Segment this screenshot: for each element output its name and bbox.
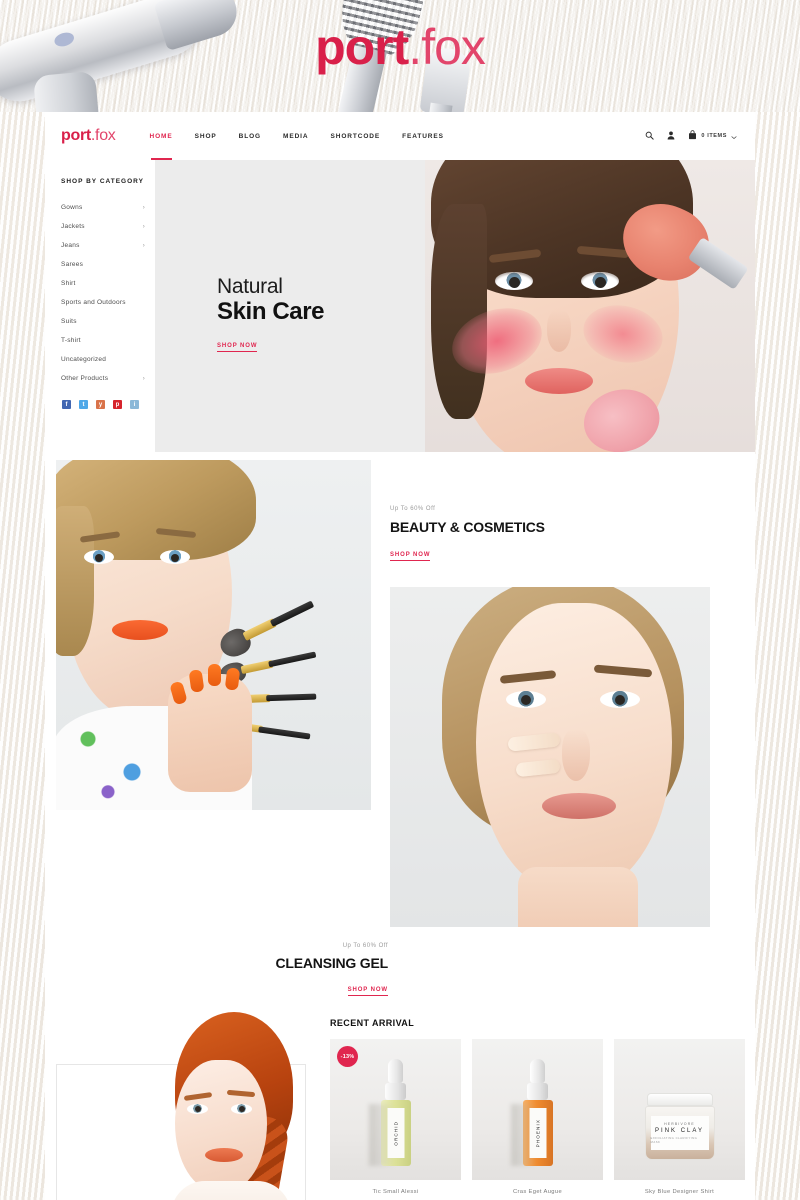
jar-desc-text: EXFOLIATING CLARIFYING MASK — [650, 1136, 698, 1144]
hero-shop-now-button[interactable]: SHOP NOW — [217, 343, 258, 352]
cleansing-title: CLEANSING GEL — [275, 955, 388, 971]
beauty-title: BEAUTY & COSMETICS — [390, 519, 545, 535]
foundation-model-image[interactable] — [390, 587, 710, 927]
discount-badge: -13% — [337, 1046, 358, 1067]
sidebar-item-t-shirt[interactable]: T-shirt — [61, 331, 155, 350]
header-logo-light: .fox — [90, 127, 116, 144]
cleansing-gel-copy: Up To 60% Off CLEANSING GEL SHOP NOW — [45, 943, 410, 996]
content-sheet: port.fox HOME SHOP BLOG MEDIA SHORTCODE … — [45, 112, 755, 1200]
sidebar-item-label: Shirt — [61, 280, 76, 287]
beauty-cosmetics-copy: Up To 60% Off BEAUTY & COSMETICS SHOP NO… — [390, 464, 755, 561]
sidebar-item-label: T-shirt — [61, 337, 81, 344]
sidebar-title: SHOP BY CATEGORY — [61, 178, 144, 185]
cleansing-eyebrow: Up To 60% Off — [342, 943, 388, 949]
hero-row: SHOP BY CATEGORY Gowns › Jackets › Jeans… — [45, 160, 755, 452]
product-name-3: Sky Blue Designer Shirt — [644, 1189, 715, 1195]
twitter-icon[interactable]: t — [79, 400, 88, 409]
chevron-right-icon: › — [142, 204, 145, 211]
header-logo[interactable]: port.fox — [61, 128, 116, 144]
left-background-strip — [0, 112, 45, 1200]
nav-item-features[interactable]: FEATURES — [402, 127, 444, 146]
product-image-1[interactable]: -13% ORCHID — [330, 1039, 461, 1180]
product-image-3[interactable]: HERBIVORE PINK CLAY EXFOLIATING CLARIFYI… — [614, 1039, 745, 1180]
chevron-right-icon: › — [142, 375, 145, 382]
pinterest-icon[interactable]: p — [113, 400, 122, 409]
page-wrapper: port.fox HOME SHOP BLOG MEDIA SHORTCODE … — [0, 112, 800, 1200]
sidebar-item-label: Jackets — [61, 223, 85, 230]
jar-name-text: PINK CLAY — [655, 1128, 704, 1134]
hero-slider[interactable]: Natural Skin Care SHOP NOW — [155, 160, 755, 452]
brushes-model-image[interactable] — [56, 460, 371, 810]
product-name-2: Cras Eget Augue — [512, 1189, 563, 1195]
nav-item-shop[interactable]: SHOP — [195, 127, 217, 146]
social-links: f t y p i — [61, 388, 155, 409]
nav-item-media[interactable]: MEDIA — [283, 127, 308, 146]
promo-section: Up To 60% Off BEAUTY & COSMETICS SHOP NO… — [45, 452, 755, 996]
header-logo-bold: port — [61, 127, 91, 144]
sidebar-item-jeans[interactable]: Jeans › — [61, 236, 155, 255]
product-name-1: Tic Small Alessi — [372, 1189, 419, 1195]
header-tools: 0 ITEMS — [645, 127, 737, 145]
sidebar-item-label: Sarees — [61, 261, 84, 268]
hero-line-2: Skin Care — [217, 297, 325, 325]
sidebar-item-other-products[interactable]: Other Products › — [61, 369, 155, 388]
sidebar-item-uncategorized[interactable]: Uncategorized — [61, 350, 155, 369]
sidebar-item-label: Uncategorized — [61, 356, 107, 363]
nav-item-shortcode[interactable]: SHORTCODE — [330, 127, 380, 146]
sidebar-item-label: Gowns — [61, 204, 83, 211]
beauty-shop-now-button[interactable]: SHOP NOW — [390, 552, 431, 561]
banner-logo-light: .fox — [408, 19, 486, 75]
hero-model-image — [425, 160, 755, 452]
sidebar-item-sarees[interactable]: Sarees — [61, 255, 155, 274]
sidebar-item-label: Jeans — [61, 242, 80, 249]
search-icon[interactable] — [645, 127, 655, 145]
hero-line-1: Natural — [217, 275, 283, 298]
redhead-model-image[interactable] — [51, 1008, 321, 1200]
beauty-eyebrow: Up To 60% Off — [390, 506, 436, 512]
nav-item-home[interactable]: HOME — [150, 127, 173, 160]
top-banner: port.fox — [0, 0, 800, 112]
cart-count-label: 0 ITEMS — [701, 133, 727, 139]
banner-logo: port.fox — [0, 22, 800, 72]
nav-item-blog[interactable]: BLOG — [239, 127, 261, 146]
cleansing-shop-now-button[interactable]: SHOP NOW — [347, 987, 388, 996]
cart-icon — [688, 127, 697, 145]
sidebar-item-gowns[interactable]: Gowns › — [61, 198, 155, 217]
sidebar-item-label: Sports and Outdoors — [61, 299, 126, 306]
product-card-2[interactable]: PHOENIX Cras Eget Augue £115.00 — [472, 1039, 603, 1200]
bottle-label-text: ORCHID — [393, 1120, 398, 1146]
bottle-label-text: PHOENIX — [535, 1118, 540, 1148]
sidebar-item-sports-and-outdoors[interactable]: Sports and Outdoors — [61, 293, 155, 312]
chevron-right-icon: › — [142, 242, 145, 249]
phoenix-bottle-icon: PHOENIX — [510, 1059, 561, 1166]
pink-clay-jar-icon: HERBIVORE PINK CLAY EXFOLIATING CLARIFYI… — [643, 1093, 717, 1160]
orchid-bottle-icon: ORCHID — [368, 1059, 419, 1166]
user-icon[interactable] — [667, 127, 675, 145]
sidebar-item-suits[interactable]: Suits — [61, 312, 155, 331]
product-card-1[interactable]: -13% ORCHID Tic Small Alessi £85.00£7 — [330, 1039, 461, 1200]
product-card-3[interactable]: HERBIVORE PINK CLAY EXFOLIATING CLARIFYI… — [614, 1039, 745, 1200]
main-navigation: HOME SHOP BLOG MEDIA SHORTCODE FEATURES — [150, 127, 646, 160]
chevron-right-icon: › — [142, 223, 145, 230]
facebook-icon[interactable]: f — [62, 400, 71, 409]
sidebar-item-label: Suits — [61, 318, 77, 325]
cart-button[interactable]: 0 ITEMS — [688, 127, 737, 145]
instagram-icon[interactable]: i — [130, 400, 139, 409]
right-background-strip — [755, 112, 800, 1200]
recent-arrival-section: RECENT ARRIVAL -13% ORCHID Tic Small Ale… — [45, 1012, 755, 1200]
jar-brand-text: HERBIVORE — [664, 1122, 695, 1126]
sidebar-item-label: Other Products — [61, 375, 109, 382]
product-image-2[interactable]: PHOENIX — [472, 1039, 603, 1180]
site-header: port.fox HOME SHOP BLOG MEDIA SHORTCODE … — [45, 112, 755, 160]
category-sidebar: SHOP BY CATEGORY Gowns › Jackets › Jeans… — [45, 160, 155, 452]
sidebar-item-jackets[interactable]: Jackets › — [61, 217, 155, 236]
hero-copy: Natural Skin Care SHOP NOW — [217, 275, 325, 352]
youtube-icon[interactable]: y — [96, 400, 105, 409]
banner-logo-bold: port — [315, 19, 409, 75]
sidebar-item-shirt[interactable]: Shirt — [61, 274, 155, 293]
chevron-down-icon — [731, 127, 737, 145]
